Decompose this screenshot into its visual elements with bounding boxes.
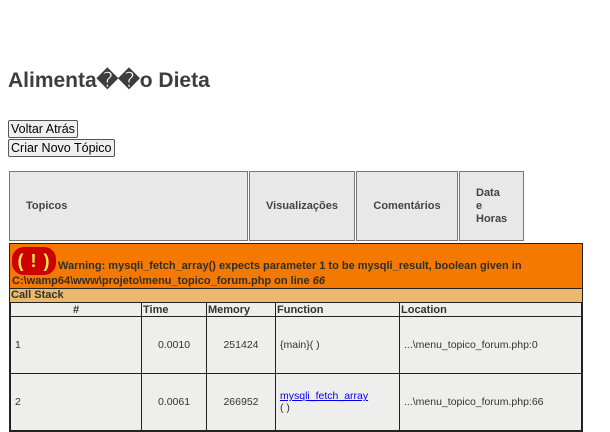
cell-location: ...\menu_topico_forum.php:66: [399, 373, 582, 431]
header-topics: Topicos: [9, 171, 248, 241]
header-date-time: Data e Horas: [459, 171, 524, 241]
cell-time: 0.0010: [141, 316, 207, 374]
cell-time: 0.0061: [141, 373, 207, 431]
header-views: Visualizações: [249, 171, 355, 241]
warning-message: Warning: mysqli_fetch_array() expects pa…: [58, 260, 522, 272]
cell-function: mysqli_fetch_array ( ): [275, 373, 400, 431]
cell-index: 2: [10, 373, 142, 431]
col-location: Location: [399, 303, 582, 317]
call-stack-label: Call Stack: [10, 289, 582, 303]
page-title: Alimenta��o Dieta: [8, 69, 210, 92]
table-row: 2 0.0061 266952 mysqli_fetch_array ( ) .…: [10, 373, 582, 431]
cell-function: {main}( ): [275, 316, 400, 374]
cell-memory: 251424: [206, 316, 276, 374]
new-topic-button[interactable]: Criar Novo Tópico: [8, 139, 115, 157]
function-suffix: ( ): [280, 402, 290, 414]
call-stack-table: # Time Memory Function Location 1 0.0010…: [10, 303, 582, 431]
header-comments: Comentários: [356, 171, 458, 241]
col-time: Time: [141, 303, 207, 317]
header-date-time-label: Data e Horas: [476, 186, 508, 225]
warning-file: C:\wamp64\www\projeto\menu_topico_forum.…: [12, 275, 325, 287]
error-panel: ( ! ) Warning: mysqli_fetch_array() expe…: [9, 243, 583, 432]
cell-index: 1: [10, 316, 142, 374]
col-function: Function: [275, 303, 400, 317]
col-index: #: [10, 303, 142, 317]
warning-file-path: C:\wamp64\www\projeto\menu_topico_forum.…: [12, 275, 310, 287]
warning-icon: ( ! ): [12, 247, 56, 275]
table-row: 1 0.0010 251424 {main}( ) ...\menu_topic…: [10, 316, 582, 374]
warning-line-number: 66: [312, 275, 325, 287]
col-memory: Memory: [206, 303, 276, 317]
cell-location: ...\menu_topico_forum.php:0: [399, 316, 582, 374]
warning-row: ( ! ) Warning: mysqli_fetch_array() expe…: [10, 244, 582, 289]
cell-memory: 266952: [206, 373, 276, 431]
call-stack-header-row: # Time Memory Function Location: [10, 303, 582, 317]
back-button[interactable]: Voltar Atrás: [8, 120, 78, 138]
function-doc-link[interactable]: mysqli_fetch_array: [280, 390, 368, 402]
